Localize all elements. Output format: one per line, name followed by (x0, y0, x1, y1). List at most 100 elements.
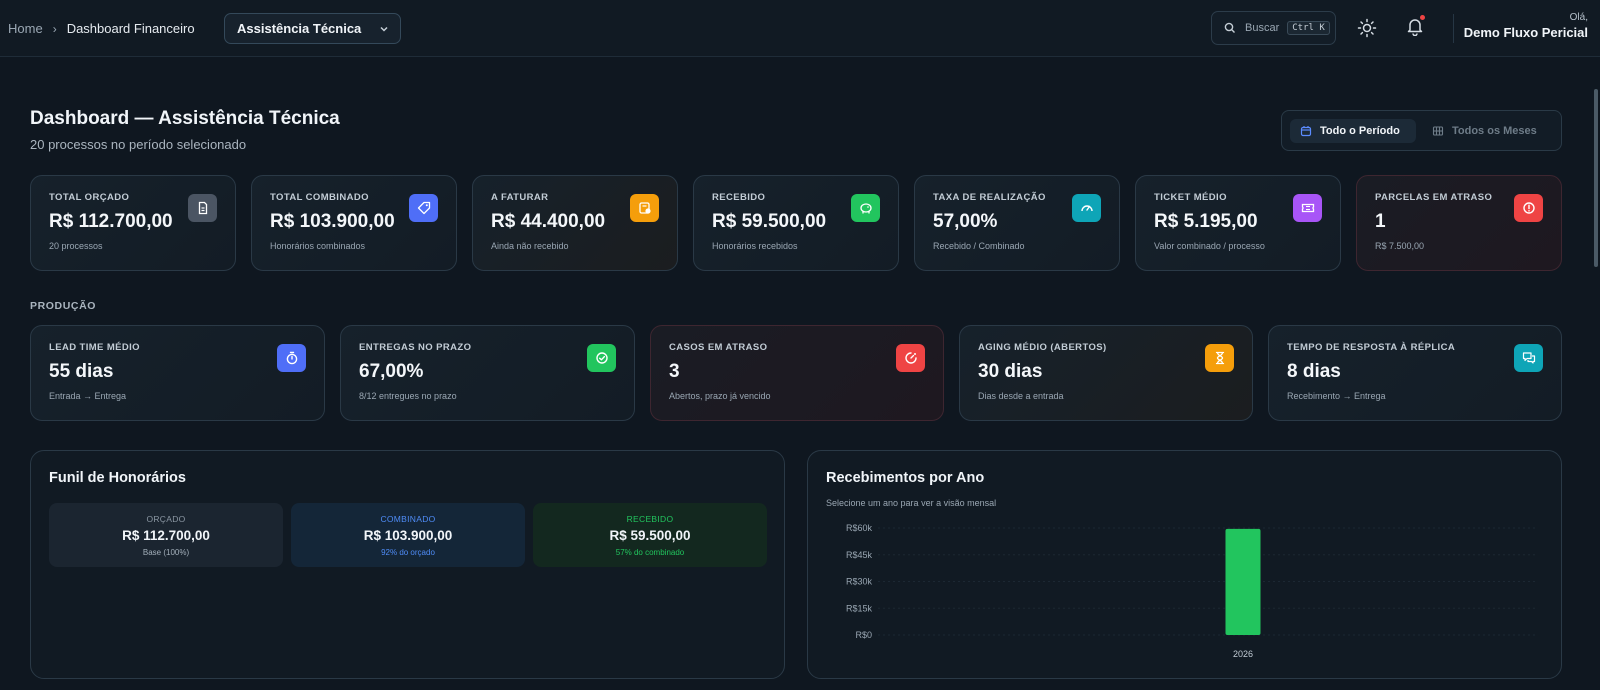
kpi-sub: Abertos, prazo já vencido (669, 391, 771, 401)
kpi-sub: Ainda não recebido (491, 241, 569, 251)
search-shortcut: Ctrl K (1287, 21, 1330, 35)
period-toggle: Todo o Período Todos os Meses (1281, 110, 1562, 151)
funnel-stage-label: COMBINADO (380, 514, 436, 524)
kpi-label: TEMPO DE RESPOSTA À RÉPLICA (1287, 342, 1456, 353)
kpi-value: 30 dias (978, 361, 1043, 382)
prod-card-tempo-resposta: TEMPO DE RESPOSTA À RÉPLICA 8 dias Receb… (1268, 325, 1562, 421)
kpi-card-total-combinado: TOTAL COMBINADO R$ 103.900,00 Honorários… (251, 175, 457, 271)
funnel-stage-combinado: COMBINADO R$ 103.900,00 92% do orçado (291, 503, 525, 567)
timer-alert-icon (896, 344, 925, 372)
receipts-panel: Recebimentos por Ano Selecione um ano pa… (807, 450, 1562, 679)
check-circle-icon (587, 344, 616, 372)
breadcrumb-home[interactable]: Home (8, 21, 43, 36)
funnel-stage-value: R$ 59.500,00 (609, 528, 691, 543)
chart-y-tick-label: R$30k (846, 577, 873, 587)
kpi-label: CASOS EM ATRASO (669, 342, 768, 353)
period-months-button[interactable]: Todos os Meses (1422, 119, 1547, 143)
prod-card-entregas-prazo: ENTREGAS NO PRAZO 67,00% 8/12 entregues … (340, 325, 635, 421)
page-subtitle: 20 processos no período selecionado (30, 137, 247, 152)
funnel-stage-orcado: ORÇADO R$ 112.700,00 Base (100%) (49, 503, 283, 567)
kpi-value: 8 dias (1287, 361, 1341, 382)
breadcrumb-current: Dashboard Financeiro (66, 21, 195, 36)
kpi-label: AGING MÉDIO (ABERTOS) (978, 342, 1107, 353)
kpi-sub: Entrada → Entrega (49, 391, 127, 401)
user-name: Demo Fluxo Pericial (1463, 25, 1588, 40)
kpi-label: ENTREGAS NO PRAZO (359, 342, 472, 353)
section-label-producao: PRODUÇÃO (30, 300, 97, 312)
theme-toggle-button[interactable] (1355, 16, 1379, 40)
calendar-icon (1300, 126, 1312, 137)
breadcrumb: Home › Dashboard Financeiro (8, 0, 195, 57)
receipts-chart: R$0 R$15k R$30k R$45k R$60k 2026 (846, 523, 1538, 659)
page-title: Dashboard — Assistência Técnica (30, 108, 340, 129)
kpi-sub: 8/12 entregues no prazo (359, 391, 457, 401)
area-selector[interactable]: Assistência Técnica (224, 13, 401, 44)
chat-icon (1514, 344, 1543, 372)
kpi-value: 67,00% (359, 361, 424, 382)
period-all-button[interactable]: Todo o Período (1290, 119, 1416, 143)
chart-y-tick-label: R$45k (846, 550, 873, 560)
piggy-bank-icon (851, 194, 880, 222)
user-greeting: Olá, (1569, 12, 1588, 23)
chart-y-tick-label: R$15k (846, 603, 873, 613)
kpi-sub: 20 processos (49, 241, 103, 251)
search-label: Buscar (1245, 22, 1280, 34)
chart-bar-2026[interactable] (1225, 528, 1261, 635)
period-all-label: Todo o Período (1320, 125, 1400, 137)
stopwatch-icon (277, 344, 306, 372)
chevron-down-icon (380, 26, 388, 32)
tag-icon (409, 194, 438, 222)
funnel-stage-sub: 92% do orçado (381, 548, 435, 557)
funnel-stage-value: R$ 103.900,00 (363, 528, 453, 543)
period-months-label: Todos os Meses (1452, 125, 1537, 137)
funnel-stage-label: RECEBIDO (626, 514, 674, 524)
chart-x-tick-label: 2026 (1233, 649, 1253, 659)
chevron-right-icon: › (52, 21, 57, 36)
kpi-sub: Honorários combinados (270, 241, 366, 251)
hourglass-icon (1205, 344, 1234, 372)
search-icon (1224, 22, 1235, 33)
chart-y-tick-label: R$60k (846, 523, 873, 533)
kpi-sub: Honorários recebidos (712, 241, 798, 251)
kpi-value: 55 dias (49, 361, 114, 382)
kpi-card-parcelas-atraso: PARCELAS EM ATRASO 1 R$ 7.500,00 (1356, 175, 1562, 271)
funnel-title: Funil de Honorários (49, 470, 186, 486)
kpi-label: LEAD TIME MÉDIO (49, 342, 140, 353)
kpi-card-recebido: RECEBIDO R$ 59.500,00 Honorários recebid… (693, 175, 899, 271)
grid-icon (1432, 126, 1444, 136)
kpi-sub: Dias desde a entrada (978, 391, 1064, 401)
ticket-icon (1293, 194, 1322, 222)
kpi-sub: Recebimento → Entrega (1287, 391, 1386, 401)
funnel-stage-label: ORÇADO (146, 514, 186, 524)
prod-card-lead-time: LEAD TIME MÉDIO 55 dias Entrada → Entreg… (30, 325, 325, 421)
funnel-stage-recebido: RECEBIDO R$ 59.500,00 57% do combinado (533, 503, 767, 567)
funnel-stage-value: R$ 112.700,00 (122, 528, 210, 543)
kpi-sub: Recebido / Combinado (933, 241, 1025, 251)
notifications-button[interactable] (1403, 14, 1427, 38)
kpi-card-total-orcado: TOTAL ORÇADO R$ 112.700,00 20 processos (30, 175, 236, 271)
kpi-card-taxa-realizacao: TAXA DE REALIZAÇÃO 57,00% Recebido / Com… (914, 175, 1120, 271)
funnel-panel: Funil de Honorários ORÇADO R$ 112.700,00… (30, 450, 785, 679)
gauge-icon (1072, 194, 1101, 222)
funnel-stage-sub: 57% do combinado (615, 548, 685, 557)
document-icon (188, 194, 217, 222)
prod-card-casos-atraso: CASOS EM ATRASO 3 Abertos, prazo já venc… (650, 325, 944, 421)
kpi-sub: R$ 7.500,00 (1375, 241, 1425, 251)
scrollbar-thumb[interactable] (1594, 89, 1598, 267)
sun-icon (1357, 18, 1377, 38)
user-menu[interactable]: Olá, Demo Fluxo Pericial (1464, 12, 1588, 40)
area-selector-value: Assistência Técnica (237, 21, 362, 36)
notification-dot (1420, 15, 1425, 20)
chart-y-tick-label: R$0 (855, 630, 872, 640)
alert-icon (1514, 194, 1543, 222)
prod-card-aging-medio: AGING MÉDIO (ABERTOS) 30 dias Dias desde… (959, 325, 1253, 421)
kpi-card-ticket-medio: TICKET MÉDIO R$ 5.195,00 Valor combinado… (1135, 175, 1341, 271)
kpi-sub: Valor combinado / processo (1154, 241, 1265, 251)
kpi-card-a-faturar: A FATURAR R$ 44.400,00 Ainda não recebid… (472, 175, 678, 271)
search-button[interactable]: Buscar Ctrl K (1211, 11, 1336, 45)
topbar-divider (1453, 14, 1454, 43)
top-bar: Home › Dashboard Financeiro Assistência … (0, 0, 1600, 57)
kpi-value: 3 (669, 361, 680, 382)
funnel-stage-sub: Base (100%) (142, 548, 190, 557)
invoice-icon (630, 194, 659, 222)
